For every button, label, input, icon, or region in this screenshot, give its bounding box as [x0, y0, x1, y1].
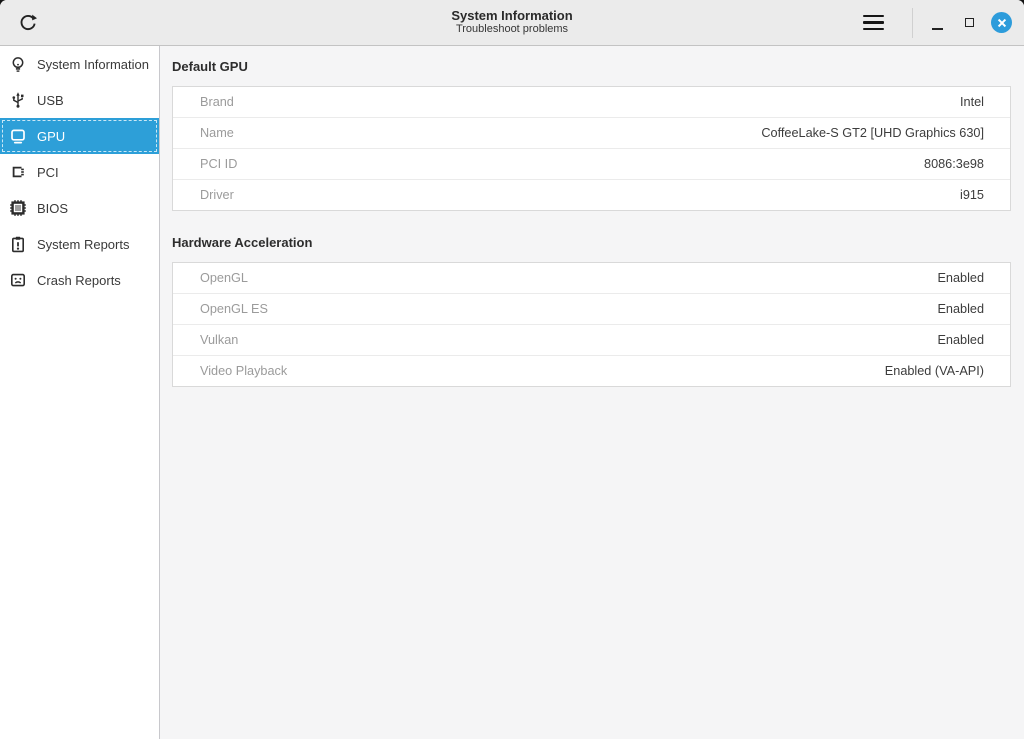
- content-panel: Default GPU Brand Intel Name CoffeeLake-…: [160, 46, 1024, 739]
- row-value: Enabled: [937, 302, 984, 316]
- refresh-icon: [18, 13, 38, 33]
- maximize-icon: [965, 18, 974, 27]
- lightbulb-icon: [9, 55, 27, 73]
- row-value: Enabled: [937, 333, 984, 347]
- table-row: Driver i915: [173, 179, 1010, 210]
- row-label: Vulkan: [200, 333, 238, 347]
- crash-face-icon: [9, 271, 27, 289]
- section-title: Hardware Acceleration: [172, 235, 1011, 251]
- row-label: OpenGL ES: [200, 302, 268, 316]
- monitor-icon: [9, 127, 27, 145]
- titlebar-text: System Information Troubleshoot problems: [451, 9, 572, 37]
- titlebar-separator: [912, 8, 913, 38]
- table-row: Video Playback Enabled (VA-API): [173, 355, 1010, 386]
- clipboard-alert-icon: [9, 235, 27, 253]
- chip-icon: [9, 199, 27, 217]
- titlebar: System Information Troubleshoot problems: [0, 0, 1024, 46]
- sidebar-item-system-reports[interactable]: System Reports: [0, 226, 159, 262]
- titlebar-controls: [853, 8, 1016, 38]
- usb-icon: [9, 91, 27, 109]
- row-label: Brand: [200, 95, 234, 109]
- info-table: Brand Intel Name CoffeeLake-S GT2 [UHD G…: [172, 86, 1011, 211]
- sidebar-item-label: Crash Reports: [37, 273, 121, 288]
- maximize-button[interactable]: [956, 10, 982, 36]
- sidebar-item-bios[interactable]: BIOS: [0, 190, 159, 226]
- table-row: Name CoffeeLake-S GT2 [UHD Graphics 630]: [173, 117, 1010, 148]
- sidebar-item-usb[interactable]: USB: [0, 82, 159, 118]
- sidebar-item-gpu[interactable]: GPU: [0, 118, 159, 154]
- sidebar-item-label: PCI: [37, 165, 59, 180]
- table-row: Brand Intel: [173, 87, 1010, 117]
- table-row: OpenGL Enabled: [173, 263, 1010, 293]
- table-row: OpenGL ES Enabled: [173, 293, 1010, 324]
- row-value: Intel: [960, 95, 984, 109]
- refresh-button[interactable]: [14, 9, 42, 37]
- sidebar-item-label: System Information: [37, 57, 149, 72]
- row-value: i915: [960, 188, 984, 202]
- info-section: Default GPU Brand Intel Name CoffeeLake-…: [172, 59, 1011, 211]
- row-label: OpenGL: [200, 271, 248, 285]
- pci-card-icon: [9, 163, 27, 181]
- sidebar-item-label: GPU: [37, 129, 65, 144]
- row-value: 8086:3e98: [924, 157, 984, 171]
- minimize-icon: [932, 28, 943, 30]
- row-label: Video Playback: [200, 364, 287, 378]
- close-button[interactable]: [991, 12, 1012, 33]
- row-label: Name: [200, 126, 234, 140]
- table-row: PCI ID 8086:3e98: [173, 148, 1010, 179]
- row-label: Driver: [200, 188, 234, 202]
- minimize-button[interactable]: [924, 10, 950, 36]
- window-subtitle: Troubleshoot problems: [451, 24, 572, 37]
- window-title: System Information: [451, 9, 572, 24]
- row-label: PCI ID: [200, 157, 237, 171]
- sidebar-item-label: System Reports: [37, 237, 129, 252]
- table-row: Vulkan Enabled: [173, 324, 1010, 355]
- sidebar: System Information USB GPU PCI BIOS Syst…: [0, 46, 160, 739]
- hamburger-menu-icon[interactable]: [853, 9, 894, 37]
- section-title: Default GPU: [172, 59, 1011, 75]
- sidebar-item-system-information[interactable]: System Information: [0, 46, 159, 82]
- row-value: Enabled (VA-API): [885, 364, 984, 378]
- sidebar-item-pci[interactable]: PCI: [0, 154, 159, 190]
- main-area: System Information USB GPU PCI BIOS Syst…: [0, 46, 1024, 739]
- sidebar-item-crash-reports[interactable]: Crash Reports: [0, 262, 159, 298]
- system-information-window: System Information Troubleshoot problems: [0, 0, 1024, 739]
- row-value: CoffeeLake-S GT2 [UHD Graphics 630]: [761, 126, 984, 140]
- hamburger-bar: [863, 21, 884, 24]
- info-section: Hardware Acceleration OpenGL Enabled Ope…: [172, 235, 1011, 387]
- row-value: Enabled: [937, 271, 984, 285]
- close-icon: [996, 17, 1008, 29]
- sidebar-item-label: BIOS: [37, 201, 68, 216]
- info-table: OpenGL Enabled OpenGL ES Enabled Vulkan …: [172, 262, 1011, 387]
- hamburger-bar: [863, 28, 884, 31]
- sidebar-item-label: USB: [37, 93, 64, 108]
- hamburger-bar: [863, 15, 884, 18]
